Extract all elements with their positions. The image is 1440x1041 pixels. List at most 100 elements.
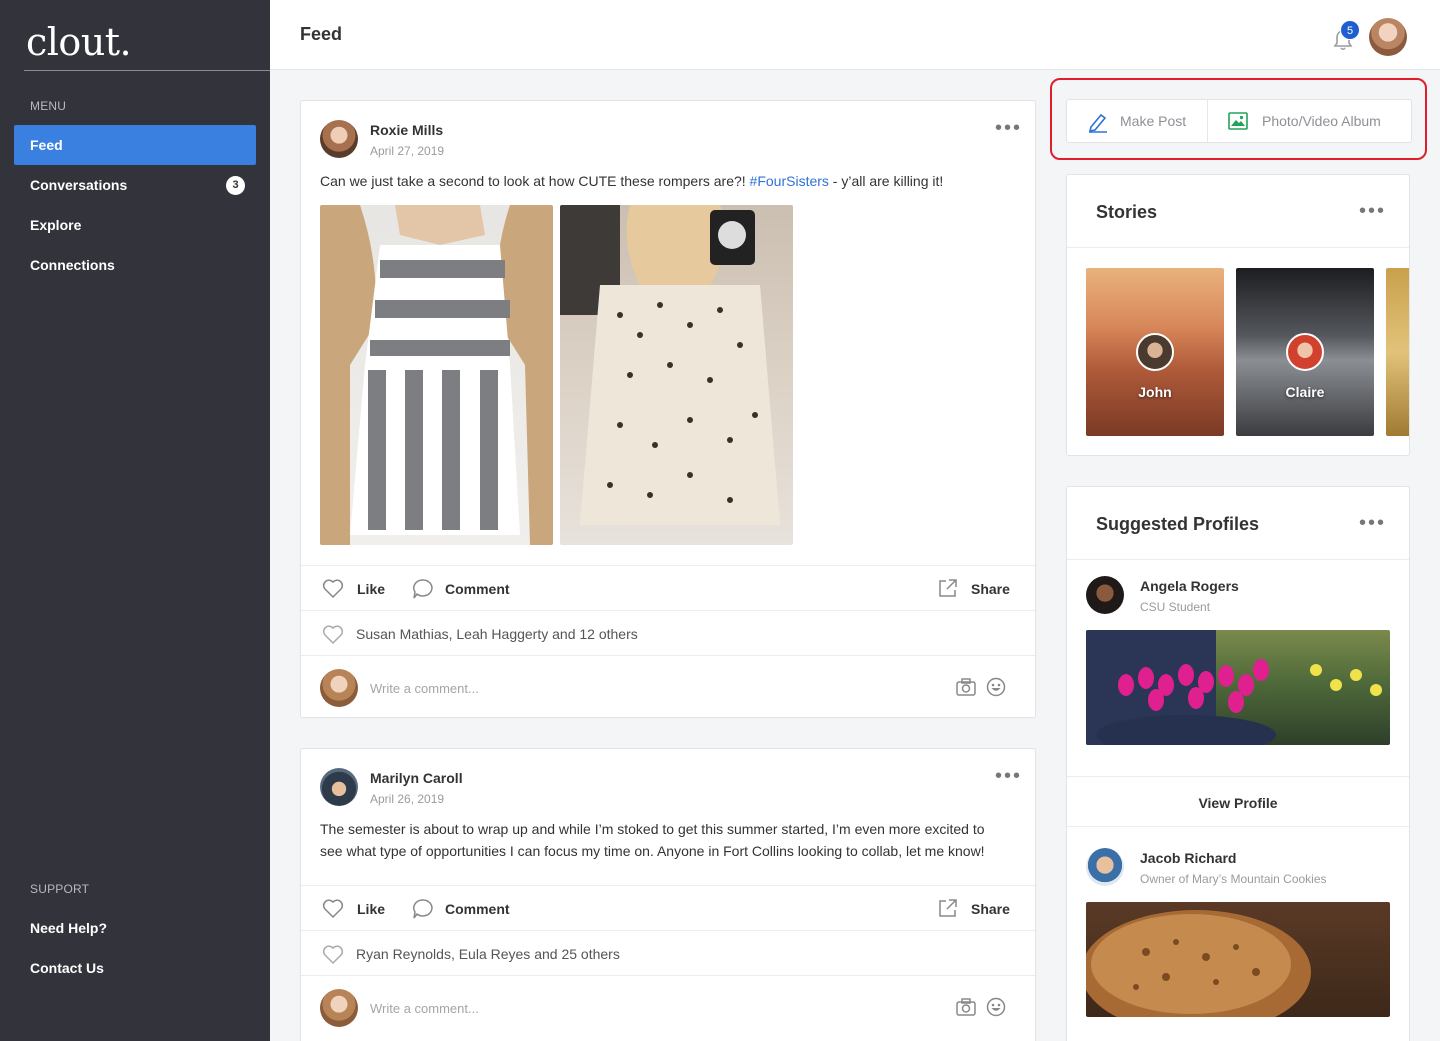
heart-icon <box>322 625 344 645</box>
comment-icon[interactable] <box>411 578 433 600</box>
post-image-leopard-romper[interactable] <box>560 205 793 545</box>
sidebar-item-feed[interactable]: Feed <box>14 125 256 165</box>
story-card-john[interactable]: John <box>1086 268 1224 436</box>
profile-subtitle: CSU Student <box>1140 600 1211 614</box>
menu-section-label: MENU <box>30 99 67 113</box>
author-avatar[interactable] <box>320 120 358 158</box>
app-logo[interactable]: clout. <box>26 20 132 64</box>
post-author[interactable]: Roxie Mills <box>370 122 443 138</box>
profile-avatar[interactable] <box>1086 848 1124 886</box>
more-options-icon[interactable]: ••• <box>1359 201 1386 221</box>
profile-cover-image <box>1086 902 1390 1017</box>
page-title: Feed <box>300 24 343 44</box>
story-avatar <box>1136 333 1174 371</box>
more-options-icon[interactable]: ••• <box>995 118 1022 138</box>
profile-avatar[interactable] <box>1086 576 1124 614</box>
post-card: Marilyn Caroll April 26, 2019 ••• The se… <box>300 748 1036 1041</box>
share-button[interactable]: Share <box>971 901 1010 917</box>
post-date: April 26, 2019 <box>370 792 445 806</box>
camera-icon[interactable] <box>956 678 976 696</box>
current-user-avatar <box>320 669 358 707</box>
profile-name[interactable]: Jacob Richard <box>1140 850 1236 866</box>
image-icon[interactable] <box>1228 112 1248 130</box>
post-date: April 27, 2019 <box>370 144 445 158</box>
likes-summary[interactable]: Susan Mathias, Leah Haggerty and 12 othe… <box>356 626 638 642</box>
author-avatar[interactable] <box>320 768 358 806</box>
user-avatar[interactable] <box>1369 18 1407 56</box>
suggested-profiles-widget: Suggested Profiles ••• Angela Rogers CSU… <box>1066 486 1410 1041</box>
story-name: John <box>1138 384 1172 400</box>
post-text-body: Can we just take a second to look at how… <box>320 173 750 189</box>
make-post-bar: Make Post Photo/Video Album <box>1066 99 1412 143</box>
profile-subtitle: Owner of Mary’s Mountain Cookies <box>1140 872 1327 886</box>
profile-cover-image <box>1086 630 1390 745</box>
notification-count-badge[interactable]: 5 <box>1340 20 1360 40</box>
divider <box>301 975 1035 976</box>
story-card-claire[interactable]: Claire <box>1236 268 1374 436</box>
more-options-icon[interactable]: ••• <box>995 766 1022 786</box>
likes-summary[interactable]: Ryan Reynolds, Eula Reyes and 25 others <box>356 946 620 962</box>
post-card: Roxie Mills April 27, 2019 ••• Can we ju… <box>300 100 1036 718</box>
comment-button[interactable]: Comment <box>445 581 510 597</box>
divider <box>1067 247 1409 248</box>
top-header: Feed 5 <box>270 0 1440 70</box>
photo-video-album-button[interactable]: Photo/Video Album <box>1262 100 1381 142</box>
post-image-striped-romper[interactable] <box>320 205 553 545</box>
post-text: The semester is about to wrap up and whi… <box>320 821 985 859</box>
share-button[interactable]: Share <box>971 581 1010 597</box>
comment-icon[interactable] <box>411 898 433 920</box>
sidebar-item-conversations[interactable]: Conversations 3 <box>14 165 256 205</box>
sidebar-item-label: Conversations <box>30 177 128 193</box>
sidebar-item-contact-us[interactable]: Contact Us <box>14 948 256 988</box>
story-card-partial[interactable] <box>1386 268 1409 436</box>
profile-name[interactable]: Angela Rogers <box>1140 578 1239 594</box>
post-text: Can we just take a second to look at how… <box>320 170 1020 192</box>
like-button[interactable]: Like <box>357 901 385 917</box>
heart-icon[interactable] <box>322 579 344 599</box>
post-author[interactable]: Marilyn Caroll <box>370 770 463 786</box>
current-user-avatar <box>320 989 358 1027</box>
conversations-count-badge: 3 <box>226 176 245 195</box>
pencil-icon[interactable] <box>1087 111 1109 133</box>
sidebar-item-need-help[interactable]: Need Help? <box>14 908 256 948</box>
make-post-button[interactable]: Make Post <box>1120 100 1186 142</box>
divider <box>301 565 1035 566</box>
leopard-romper-illustration <box>560 205 780 525</box>
heart-icon[interactable] <box>322 899 344 919</box>
suggested-profiles-title: Suggested Profiles <box>1096 514 1260 534</box>
emoji-icon[interactable] <box>986 997 1006 1017</box>
story-name: Claire <box>1285 384 1325 400</box>
emoji-icon[interactable] <box>986 677 1006 697</box>
comment-input[interactable] <box>370 678 930 698</box>
divider <box>1067 776 1409 777</box>
divider <box>301 655 1035 656</box>
like-button[interactable]: Like <box>357 581 385 597</box>
sidebar-item-label: Contact Us <box>30 960 104 976</box>
camera-icon[interactable] <box>956 998 976 1016</box>
divider <box>301 930 1035 931</box>
sidebar-item-connections[interactable]: Connections <box>14 245 256 285</box>
comment-input[interactable] <box>370 998 930 1018</box>
logo-divider <box>24 70 270 71</box>
divider <box>301 610 1035 611</box>
make-post-separator <box>1207 100 1208 142</box>
divider <box>1067 559 1409 560</box>
tulips-illustration <box>1086 630 1382 745</box>
divider <box>301 885 1035 886</box>
view-profile-button[interactable]: View Profile <box>1067 795 1409 811</box>
share-icon[interactable] <box>938 898 958 918</box>
sidebar-item-explore[interactable]: Explore <box>14 205 256 245</box>
sidebar-item-label: Explore <box>30 217 82 233</box>
stories-title: Stories <box>1096 202 1158 222</box>
share-icon[interactable] <box>938 578 958 598</box>
sidebar-item-label: Feed <box>30 137 63 153</box>
post-text-body-end: - y’all are killing it! <box>828 173 944 189</box>
hashtag-link[interactable]: #FourSisters <box>750 173 829 189</box>
more-options-icon[interactable]: ••• <box>1359 513 1386 533</box>
story-avatar <box>1286 333 1324 371</box>
cookies-illustration <box>1086 910 1311 1017</box>
sidebar-item-label: Connections <box>30 257 115 273</box>
comment-button[interactable]: Comment <box>445 901 510 917</box>
support-section-label: SUPPORT <box>30 882 90 896</box>
striped-romper-illustration <box>320 205 553 545</box>
